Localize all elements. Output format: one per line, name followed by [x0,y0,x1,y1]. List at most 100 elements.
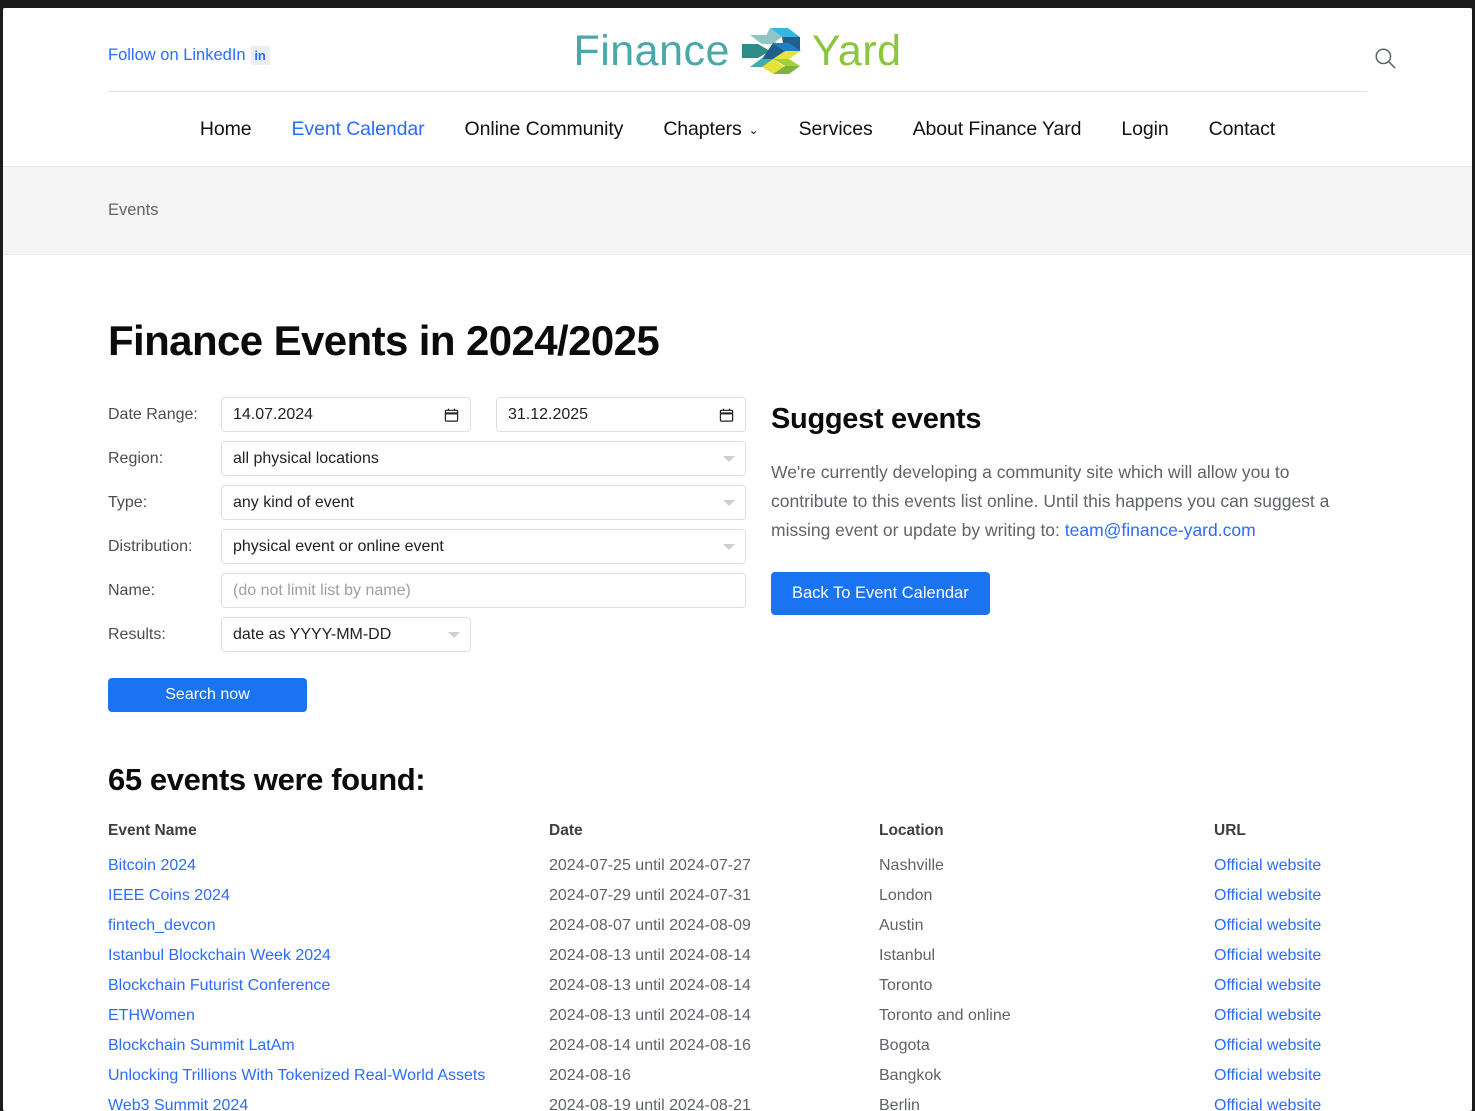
nav-item-about-finance-yard[interactable]: About Finance Yard [893,118,1102,141]
breadcrumb: Events [108,201,159,219]
cell-date: 2024-07-25 until 2024-07-27 [549,857,751,874]
type-value: any kind of event [233,493,354,511]
cell-date: 2024-08-13 until 2024-08-14 [549,947,751,964]
nav-item-login[interactable]: Login [1101,118,1188,141]
official-website-link[interactable]: Official website [1214,1097,1321,1111]
cell-url: Official website [1214,1091,1371,1111]
events-table-body: Bitcoin 2024 2024-07-25 until 2024-07-27 N… [108,851,1371,1111]
results-heading: 65 events were found: [108,762,426,797]
name-placeholder: (do not limit list by name) [233,581,411,599]
date-to-value: 31.12.2025 [508,405,589,423]
name-input[interactable]: (do not limit list by name) [221,573,746,608]
event-name-link[interactable]: Istanbul Blockchain Week 2024 [108,947,331,964]
cell-location: Bangkok [879,1067,942,1084]
official-website-link[interactable]: Official website [1214,857,1321,874]
nav-item-home[interactable]: Home [180,118,272,141]
label-name: Name: [108,581,156,599]
event-name-link[interactable]: IEEE Coins 2024 [108,887,230,904]
table-row: fintech_devcon 2024-08-07 until 2024-08-0… [108,911,1371,941]
search-icon[interactable] [1370,44,1400,74]
date-to-input[interactable]: 31.12.2025 [496,397,746,432]
official-website-link[interactable]: Official website [1214,977,1321,994]
page-title: Finance Events in 2024/2025 [108,317,660,364]
label-region: Region: [108,449,164,467]
cell-url: Official website [1214,971,1371,1001]
cell-date: 2024-08-16 [549,1067,631,1084]
main-content: Finance Events in 2024/2025 Date Range: … [3,317,1472,1111]
calendar-icon [719,407,734,423]
column-header-url: URL [1214,822,1246,839]
back-to-event-calendar-button[interactable]: Back To Event Calendar [771,572,990,615]
date-from-input[interactable]: 14.07.2024 [221,397,471,432]
nav-label: Home [199,117,252,140]
cell-event-name: Bitcoin 2024 [108,851,549,881]
distribution-select[interactable]: physical event or online event [221,529,746,564]
date-from-value: 14.07.2024 [233,405,314,423]
official-website-link[interactable]: Official website [1214,1037,1321,1054]
nav-label: Contact [1208,117,1276,140]
results-format-value: date as YYYY-MM-DD [233,625,392,643]
cell-url: Official website [1214,881,1371,911]
logo-word-yard: Yard [811,26,902,75]
form-row-region: Region: all physical locations [108,441,768,476]
suggest-events-panel: Suggest events We're currently developin… [768,397,1367,712]
contact-email-link[interactable]: team@finance-yard.com [1065,520,1256,540]
logo-chevron-icon [740,26,802,76]
cell-event-name: Istanbul Blockchain Week 2024 [108,941,549,971]
cell-event-name: Unlocking Trillions With Tokenized Real-… [108,1061,549,1091]
nav-item-online-community[interactable]: Online Community [445,118,644,141]
suggest-events-title: Suggest events [771,403,982,435]
event-name-link[interactable]: Blockchain Futurist Conference [108,977,330,994]
form-row-distribution: Distribution: physical event or online e… [108,529,768,564]
logo-word-finance: Finance [573,26,730,75]
event-name-link[interactable]: Web3 Summit 2024 [108,1097,248,1111]
nav-label: About Finance Yard [912,117,1082,140]
event-name-link[interactable]: ETHWomen [108,1007,195,1024]
nav-label: Chapters [663,117,742,140]
official-website-link[interactable]: Official website [1214,947,1321,964]
chevron-down-icon [723,455,735,462]
nav-item-contact[interactable]: Contact [1189,118,1296,141]
label-distribution: Distribution: [108,537,193,555]
cell-url: Official website [1214,1001,1371,1031]
table-row: Unlocking Trillions With Tokenized Real-… [108,1061,1371,1091]
official-website-link[interactable]: Official website [1214,887,1321,904]
table-row: ETHWomen 2024-08-13 until 2024-08-14 Toron… [108,1001,1371,1031]
official-website-link[interactable]: Official website [1214,1007,1321,1024]
cell-url: Official website [1214,1031,1371,1061]
table-row: Istanbul Blockchain Week 2024 2024-08-13 … [108,941,1371,971]
official-website-link[interactable]: Official website [1214,917,1321,934]
cell-location: Istanbul [879,947,936,964]
linkedin-icon: in [250,46,270,66]
type-select[interactable]: any kind of event [221,485,746,520]
search-now-button[interactable]: Search now [108,678,307,712]
calendar-icon [444,407,459,423]
form-row-date-range: Date Range: 14.07.2024 31.12.2025 [108,397,768,432]
linkedin-follow-link[interactable]: Follow on LinkedIn in [108,46,270,66]
region-select[interactable]: all physical locations [221,441,746,476]
nav-item-chapters[interactable]: Chapters ⌄ [643,118,778,141]
event-name-link[interactable]: fintech_devcon [108,917,216,934]
cell-url: Official website [1214,851,1371,881]
events-table-head: Event Name Date Location URL [108,822,1371,851]
official-website-link[interactable]: Official website [1214,1067,1321,1084]
site-header: Follow on LinkedIn in Finance Yard [3,8,1472,91]
event-name-link[interactable]: Unlocking Trillions With Tokenized Real-… [108,1067,485,1084]
event-name-link[interactable]: Blockchain Summit LatAm [108,1037,295,1054]
cell-event-name: IEEE Coins 2024 [108,881,549,911]
cell-date: 2024-08-13 until 2024-08-14 [549,977,751,994]
form-row-name: Name: (do not limit list by name) [108,573,768,608]
browser-viewport: Follow on LinkedIn in Finance Yard Home … [3,8,1472,1111]
nav-item-services[interactable]: Services [779,118,893,141]
nav-label: Online Community [464,117,624,140]
cell-event-name: Blockchain Summit LatAm [108,1031,549,1061]
content-columns: Date Range: 14.07.2024 31.12.2025 Region… [108,397,1367,712]
results-format-select[interactable]: date as YYYY-MM-DD [221,617,471,652]
nav-item-event-calendar[interactable]: Event Calendar [272,118,445,141]
cell-date: 2024-08-19 until 2024-08-21 [549,1097,751,1111]
table-row: IEEE Coins 2024 2024-07-29 until 2024-07-… [108,881,1371,911]
column-header-event-name: Event Name [108,822,197,839]
event-name-link[interactable]: Bitcoin 2024 [108,857,196,874]
nav-label: Services [798,117,873,140]
label-type: Type: [108,493,148,511]
